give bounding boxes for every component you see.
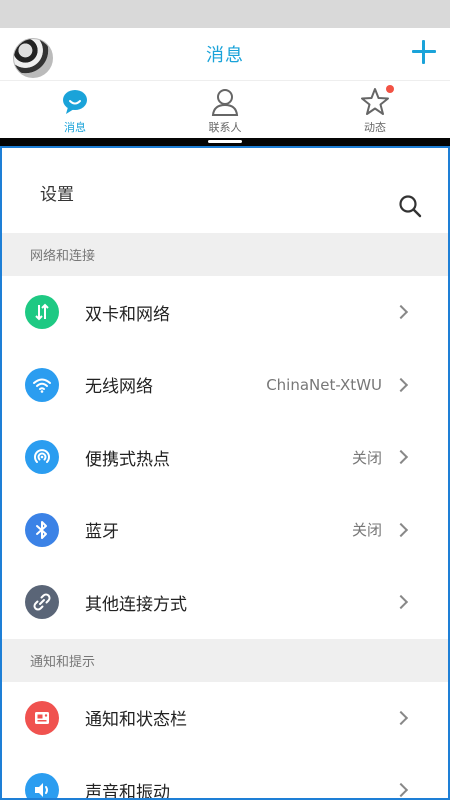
setting-row-other-connections[interactable]: 其他连接方式: [2, 566, 448, 639]
link-icon: [25, 585, 59, 620]
chat-bubble-icon: [60, 87, 90, 117]
tab-label: 动态: [364, 121, 386, 134]
tab-label: 消息: [64, 121, 86, 134]
setting-row-notifications[interactable]: 通知和状态栏: [2, 682, 448, 755]
settings-title: 设置: [40, 185, 74, 205]
bluetooth-icon: [25, 512, 59, 547]
setting-row-wifi[interactable]: 无线网络 ChinaNet-XtWU: [2, 349, 448, 422]
chevron-right-icon: [393, 305, 409, 320]
status-bar: [0, 0, 450, 28]
row-label: 通知和状态栏: [85, 710, 187, 731]
drag-handle[interactable]: [208, 140, 242, 143]
chevron-right-icon: [393, 450, 409, 465]
wifi-icon: [25, 367, 59, 402]
notification-icon: [25, 700, 59, 735]
tab-moments[interactable]: 动态: [300, 81, 450, 138]
settings-panel: 设置 网络和连接 双卡和网络 无线网络 ChinaNet-XtWU 便携式热点 …: [0, 146, 450, 800]
dual-sim-icon: [25, 295, 59, 330]
sound-icon: [25, 773, 59, 798]
chevron-right-icon: [393, 783, 409, 798]
section-header: 网络和连接: [2, 233, 448, 276]
row-label: 蓝牙: [85, 522, 119, 543]
tab-label: 联系人: [208, 121, 242, 134]
star-icon: [360, 85, 394, 117]
app-header: 消息: [0, 28, 450, 80]
settings-header: 设置: [2, 148, 448, 233]
avatar[interactable]: [13, 38, 53, 78]
row-value: ChinaNet-XtWU: [266, 375, 382, 394]
hotspot-icon: [25, 440, 59, 475]
page-title: 消息: [206, 45, 244, 66]
chevron-right-icon: [393, 710, 409, 725]
person-icon: [210, 87, 240, 117]
tab-contacts[interactable]: 联系人: [150, 81, 300, 138]
setting-row-dual-sim[interactable]: 双卡和网络: [2, 276, 448, 349]
search-icon[interactable]: [398, 194, 422, 218]
row-label: 无线网络: [85, 377, 153, 398]
row-label: 声音和振动: [85, 782, 170, 800]
row-label: 便携式热点: [85, 449, 170, 470]
chevron-right-icon: [393, 595, 409, 610]
chevron-right-icon: [393, 377, 409, 392]
row-label: 其他连接方式: [85, 594, 187, 615]
row-value: 关闭: [351, 448, 382, 467]
add-button[interactable]: [412, 40, 436, 64]
row-label: 双卡和网络: [85, 304, 170, 325]
setting-row-bluetooth[interactable]: 蓝牙 关闭: [2, 494, 448, 567]
row-value: 关闭: [351, 521, 382, 540]
tab-messages[interactable]: 消息: [0, 81, 150, 138]
setting-row-hotspot[interactable]: 便携式热点 关闭: [2, 421, 448, 494]
notification-badge: [386, 85, 394, 93]
chevron-right-icon: [393, 522, 409, 537]
tab-bar: 消息 联系人 动态: [0, 80, 450, 138]
setting-row-sound[interactable]: 声音和振动: [2, 754, 448, 800]
section-header: 通知和提示: [2, 638, 448, 682]
